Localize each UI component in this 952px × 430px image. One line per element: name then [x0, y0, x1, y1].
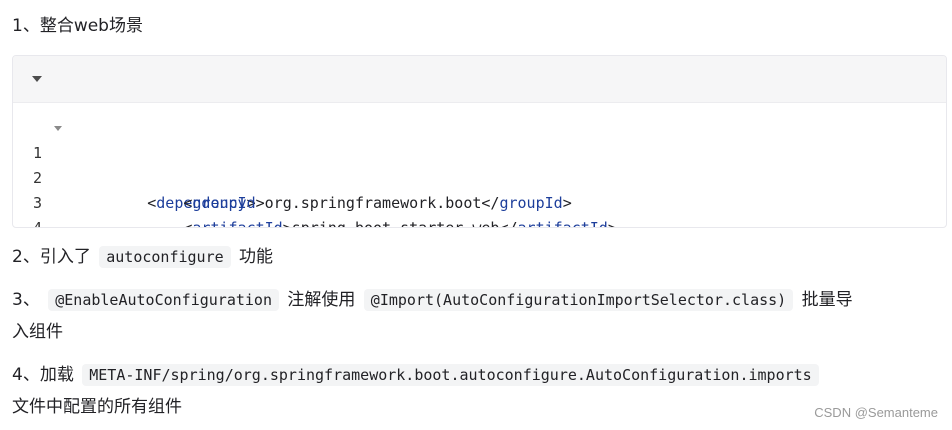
watermark: CSDN @Semanteme [814, 405, 938, 420]
code-line: 2 <groupId>org.springframework.boot</gro… [13, 141, 946, 212]
code-line-text: <artifactId>spring-boot-starter-web</art… [183, 219, 617, 228]
heading-web-scene: 1、整合web场景 [12, 16, 143, 36]
item-4-paragraph-continued: 文件中配置的所有组件 [12, 397, 182, 417]
code-line: 4 </dependency> [13, 191, 946, 227]
inline-code: @Import(AutoConfigurationImportSelector.… [363, 289, 794, 311]
code-line: 1 <dependency> [13, 116, 946, 212]
code-block-header [13, 56, 946, 103]
item-3-paragraph-continued: 入组件 [12, 322, 63, 342]
item-2-paragraph: 2、引入了 autoconfigure 功能 [12, 246, 274, 268]
line-number: 4 [33, 219, 43, 228]
collapse-toggle-icon[interactable] [32, 76, 42, 82]
item-4-paragraph: 4、加载 META-INF/spring/org.springframework… [12, 359, 822, 391]
code-lines: 1 <dependency> 2 <groupId>org.springfram… [13, 116, 946, 227]
inline-code: META-INF/spring/org.springframework.boot… [82, 364, 819, 386]
fold-arrow-icon[interactable] [54, 126, 62, 131]
item-3-paragraph: 3、 @EnableAutoConfiguration 注解使用 @Import… [12, 289, 853, 311]
inline-code: autoconfigure [99, 246, 231, 268]
code-line: 3 <artifactId>spring-boot-starter-web</a… [13, 166, 946, 227]
inline-code: @EnableAutoConfiguration [48, 289, 279, 311]
code-block: 1 <dependency> 2 <groupId>org.springfram… [12, 55, 947, 228]
